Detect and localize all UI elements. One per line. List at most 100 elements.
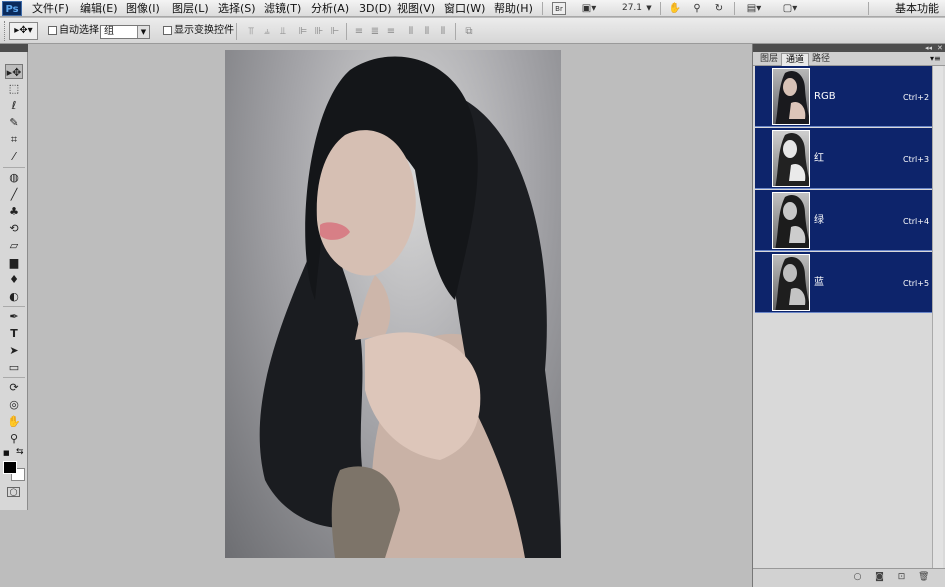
menu-help[interactable]: 帮助(H): [494, 1, 533, 16]
foreground-color-swatch[interactable]: [3, 461, 17, 474]
distribute-top-icon[interactable]: ≡: [352, 25, 366, 38]
portrait-photo: [259, 56, 561, 558]
panel-menu-icon[interactable]: ▾≡: [930, 54, 941, 64]
zoom-level[interactable]: 27.1: [620, 2, 644, 15]
delete-channel-icon[interactable]: 🗑: [918, 572, 929, 583]
arrange-documents-icon[interactable]: ▤▾: [742, 2, 766, 15]
menu-select[interactable]: 选择(S): [218, 1, 256, 16]
zoom-tool-icon[interactable]: ⚲: [5, 431, 23, 446]
close-panel-icon[interactable]: ✕: [937, 44, 943, 52]
dodge-tool-icon[interactable]: ◐: [5, 289, 23, 304]
menu-3d[interactable]: 3D(D): [359, 1, 392, 16]
zoom-dropdown-icon[interactable]: ▼: [645, 2, 653, 15]
options-grip[interactable]: [4, 21, 7, 41]
menu-edit[interactable]: 编辑(E): [80, 1, 118, 16]
distribute-hcenter-icon[interactable]: ⫴: [420, 25, 434, 38]
menu-filter[interactable]: 滤镜(T): [264, 1, 301, 16]
brush-tool-icon[interactable]: ╱: [5, 187, 23, 202]
distribute-left-icon[interactable]: ⫴: [404, 25, 418, 38]
tab-layers[interactable]: 图层: [756, 53, 782, 66]
channel-thumbnail: [772, 68, 810, 125]
document-canvas[interactable]: [225, 50, 561, 558]
divider: [455, 23, 456, 40]
zoom-icon[interactable]: ⚲: [690, 2, 704, 15]
divider: [3, 377, 25, 378]
align-bottom-icon[interactable]: ⫫: [276, 25, 290, 38]
quick-select-tool-icon[interactable]: ✎: [5, 115, 23, 130]
distribute-vcenter-icon[interactable]: ≣: [368, 25, 382, 38]
panel-scrollbar[interactable]: [932, 66, 943, 568]
align-hcenter-icon[interactable]: ⊪: [312, 25, 326, 38]
bridge-icon[interactable]: Br: [552, 2, 566, 15]
menu-file[interactable]: 文件(F): [32, 1, 69, 16]
marquee-tool-icon[interactable]: ⬚: [5, 81, 23, 96]
distribute-right-icon[interactable]: ⫴: [436, 25, 450, 38]
load-channel-as-selection-icon[interactable]: ○: [852, 572, 863, 583]
lasso-tool-icon[interactable]: ℓ: [5, 98, 23, 113]
divider: [660, 2, 661, 15]
menu-analysis[interactable]: 分析(A): [311, 1, 349, 16]
path-selection-tool-icon[interactable]: ➤: [5, 343, 23, 358]
3d-orbit-tool-icon[interactable]: ◎: [5, 397, 23, 412]
tab-paths[interactable]: 路径: [808, 53, 834, 66]
history-brush-tool-icon[interactable]: ⟲: [5, 221, 23, 236]
channel-shortcut: Ctrl+2: [903, 93, 930, 102]
view-extras-icon[interactable]: ▣▾: [578, 2, 600, 15]
tab-channels[interactable]: 通道: [781, 53, 810, 66]
auto-select-checkbox[interactable]: [48, 26, 57, 35]
align-right-icon[interactable]: ⊩: [328, 25, 342, 38]
align-left-icon[interactable]: ⊫: [296, 25, 310, 38]
divider: [3, 167, 25, 168]
channel-shortcut: Ctrl+5: [903, 279, 930, 288]
divider: [3, 306, 25, 307]
quick-mask-icon[interactable]: ◯: [7, 487, 20, 497]
swap-colors-icon[interactable]: ⇆: [16, 447, 24, 457]
new-channel-icon[interactable]: ⊡: [896, 572, 907, 583]
type-tool-icon[interactable]: T: [5, 326, 23, 341]
panel-header[interactable]: [753, 44, 945, 52]
channel-thumbnail: [772, 130, 810, 187]
show-transform-label: 显示变换控件: [174, 25, 234, 36]
move-tool-icon[interactable]: ▸✥: [5, 64, 23, 79]
save-selection-as-channel-icon[interactable]: ◙: [874, 572, 885, 583]
chevron-down-icon[interactable]: ▼: [137, 26, 149, 38]
channel-shortcut: Ctrl+3: [903, 155, 930, 164]
photoshop-logo-icon: Ps: [2, 1, 22, 16]
pen-tool-icon[interactable]: ✒: [5, 309, 23, 324]
align-top-icon[interactable]: ⫪: [244, 25, 258, 38]
align-vcenter-icon[interactable]: ⫨: [260, 25, 274, 38]
menu-view[interactable]: 视图(V): [397, 1, 435, 16]
workspace-switcher[interactable]: 基本功能: [895, 1, 939, 16]
eraser-tool-icon[interactable]: ▱: [5, 238, 23, 253]
divider: [734, 2, 735, 15]
shape-tool-icon[interactable]: ▭: [5, 360, 23, 375]
rotate-view-icon[interactable]: ↻: [712, 2, 726, 15]
channel-name: 红: [814, 153, 824, 164]
auto-select-label: 自动选择:: [59, 25, 103, 36]
blur-tool-icon[interactable]: ♦: [5, 272, 23, 287]
3d-rotate-tool-icon[interactable]: ⟳: [5, 380, 23, 395]
menu-window[interactable]: 窗口(W): [444, 1, 485, 16]
clone-stamp-tool-icon[interactable]: ♣: [5, 204, 23, 219]
crop-tool-icon[interactable]: ⌗: [5, 132, 23, 147]
divider: [868, 2, 869, 15]
hand-tool-icon[interactable]: ✋: [5, 414, 23, 429]
hand-icon[interactable]: ✋: [668, 2, 682, 15]
divider: [542, 2, 543, 15]
auto-align-layers-icon[interactable]: ⧉: [462, 25, 476, 38]
channel-name: 蓝: [814, 277, 824, 288]
distribute-bottom-icon[interactable]: ≡: [384, 25, 398, 38]
gradient-tool-icon[interactable]: ▆: [5, 255, 23, 270]
eyedropper-tool-icon[interactable]: ⁄: [5, 149, 23, 164]
menu-image[interactable]: 图像(I): [126, 1, 160, 16]
collapse-panel-icon[interactable]: ◂◂: [925, 44, 932, 52]
toolbox-header[interactable]: [0, 44, 28, 52]
screen-mode-icon[interactable]: ▢▾: [778, 2, 802, 15]
healing-brush-tool-icon[interactable]: ◍: [5, 170, 23, 185]
show-transform-checkbox[interactable]: [163, 26, 172, 35]
tool-preset-picker[interactable]: ▸✥▾: [9, 22, 38, 40]
channel-name: 绿: [814, 215, 824, 226]
default-colors-icon[interactable]: ■: [3, 449, 10, 457]
divider: [236, 23, 237, 40]
menu-layer[interactable]: 图层(L): [172, 1, 209, 16]
